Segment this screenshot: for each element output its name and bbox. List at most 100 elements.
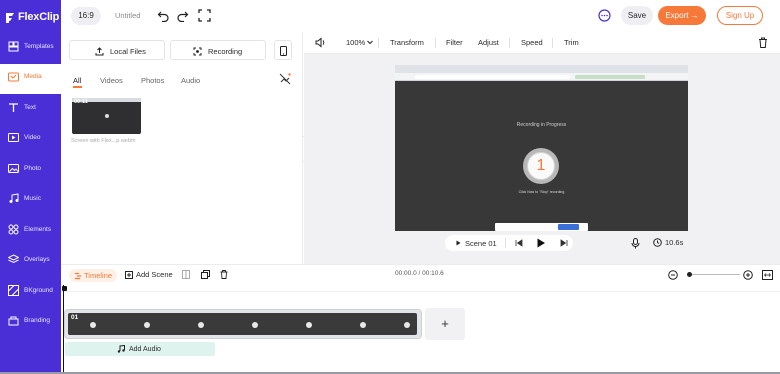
timeline-toggle[interactable]: Timeline: [69, 269, 117, 282]
countdown-number: 1: [527, 152, 555, 180]
timeline-label: Timeline: [84, 271, 113, 280]
timeline-icon: [75, 272, 81, 280]
save-button[interactable]: Save: [621, 6, 653, 25]
phone-icon: [280, 46, 287, 56]
speed-button[interactable]: Speed: [521, 38, 543, 47]
scene-label: Scene 01: [465, 238, 497, 248]
sidebar-item-video[interactable]: Video: [0, 125, 61, 155]
frame-thumbnail: [404, 322, 410, 328]
sidebar-item-templates[interactable]: Templates: [0, 34, 61, 64]
tab-videos[interactable]: Videos: [100, 76, 123, 85]
sidebar-item-label: Branding: [24, 317, 51, 324]
sidebar-item-label: Templates: [24, 43, 54, 50]
hide-used-icon[interactable]: [279, 73, 291, 85]
delete-scene-icon[interactable]: [220, 270, 228, 279]
app-name: FlexClip: [18, 11, 60, 23]
zoom-value: 100%: [346, 38, 366, 47]
frame-thumbnail: [252, 322, 258, 328]
music-icon: [9, 193, 19, 203]
recording-button[interactable]: Recording: [170, 40, 266, 60]
redo-icon[interactable]: [176, 9, 189, 22]
sidebar-item-label: BKground: [24, 287, 53, 294]
media-icon: [8, 72, 19, 82]
add-scene-button[interactable]: Add Scene: [125, 270, 173, 279]
scene-selector-content: Scene 01: [456, 239, 497, 248]
upload-icon: [95, 47, 104, 56]
tab-audio[interactable]: Audio: [181, 76, 200, 85]
sidebar-item-background[interactable]: BKground: [0, 278, 61, 308]
sidebar-item-text[interactable]: Text: [0, 95, 61, 125]
recording-status-text: Recording in Progress: [516, 122, 567, 128]
skip-forward-icon[interactable]: [560, 239, 568, 247]
sidebar-item-music[interactable]: Music: [0, 186, 61, 216]
zoom-slider-handle[interactable]: [687, 271, 692, 277]
add-scene-icon: [125, 270, 133, 279]
sidebar-item-overlays[interactable]: Overlays: [0, 247, 61, 277]
volume-icon[interactable]: [315, 37, 327, 48]
sidebar-item-branding[interactable]: Branding: [0, 308, 61, 338]
preview-stage: Recording in Progress 1 Click Now to "St…: [304, 54, 780, 264]
sidebar-item-elements[interactable]: Elements: [0, 217, 61, 247]
duration-display[interactable]: 10.6s: [653, 238, 683, 247]
sidebar-item-photo[interactable]: Photo: [0, 156, 61, 186]
transform-button[interactable]: Transform: [390, 38, 424, 47]
undo-icon[interactable]: [157, 9, 170, 22]
add-scene-plus-button[interactable]: +: [425, 308, 465, 340]
fit-timeline-icon[interactable]: [762, 270, 773, 280]
sign-up-button[interactable]: Sign Up: [717, 6, 763, 25]
frame-thumbnail: [90, 322, 96, 328]
duplicate-icon[interactable]: [201, 270, 210, 279]
clip-number: 01: [71, 314, 79, 321]
play-icon[interactable]: [536, 238, 546, 248]
local-files-label: Local Files: [110, 47, 146, 56]
zoom-out-icon[interactable]: [668, 270, 678, 280]
trim-button[interactable]: Trim: [564, 38, 579, 47]
divider: [552, 38, 553, 48]
split-icon[interactable]: [182, 270, 190, 279]
sidebar: FlexClip Templates Media Text Video Phot…: [0, 0, 61, 374]
local-files-button[interactable]: Local Files: [69, 40, 165, 60]
video-preview[interactable]: Recording in Progress 1 Click Now to "St…: [395, 65, 688, 231]
trash-icon[interactable]: [758, 37, 768, 48]
sidebar-item-label: Photo: [24, 165, 41, 172]
editor-toolbar: 100% Transform Filter Adjust Speed Trim: [304, 32, 780, 54]
frame-thumbnail: [360, 322, 366, 328]
app-logo[interactable]: FlexClip: [4, 9, 59, 25]
chat-icon[interactable]: [598, 9, 611, 22]
media-thumbnail[interactable]: 00:11: [72, 98, 141, 134]
skip-back-icon[interactable]: [515, 239, 523, 247]
zoom-in-icon[interactable]: [743, 270, 753, 280]
tab-photos[interactable]: Photos: [141, 76, 164, 85]
recording-label: Recording: [208, 47, 243, 56]
tab-all[interactable]: All: [73, 76, 81, 85]
music-note-icon: [117, 345, 125, 353]
project-title[interactable]: Untitled: [115, 11, 140, 20]
add-audio-label: Add Audio: [129, 345, 161, 353]
export-button[interactable]: Export →: [658, 6, 706, 25]
add-audio-lane[interactable]: Add Audio: [65, 342, 215, 356]
aspect-ratio-button[interactable]: 16:9: [71, 7, 101, 25]
add-audio-button[interactable]: Add Audio: [117, 345, 161, 353]
record-icon: [193, 47, 202, 56]
scene-clip[interactable]: 01: [64, 309, 422, 339]
thumbnail-countdown: [105, 114, 109, 118]
adjust-button[interactable]: Adjust: [478, 38, 499, 47]
timeline-ruler[interactable]: [61, 284, 780, 292]
sidebar-item-label: Elements: [24, 226, 52, 233]
scene-selector[interactable]: Scene 01: [445, 235, 573, 251]
playhead-handle[interactable]: [62, 286, 67, 291]
phone-upload-button[interactable]: [274, 40, 292, 60]
zoom-select[interactable]: 100%: [346, 38, 374, 47]
timeline-area: 01 + Add Audio: [61, 284, 780, 374]
fullscreen-icon[interactable]: [198, 9, 211, 22]
playback-time: 00:00.0 / 00:10.6: [395, 270, 444, 277]
stop-sharing-button: [558, 224, 579, 230]
zoom-slider-track[interactable]: [688, 274, 740, 275]
duration-value: 10.6s: [665, 238, 684, 247]
active-tab-indicator: [73, 86, 82, 88]
flexclip-logo-icon: [6, 12, 14, 23]
microphone-icon[interactable]: [631, 238, 640, 249]
background-icon: [8, 285, 19, 296]
sidebar-item-media[interactable]: Media: [0, 64, 61, 94]
filter-button[interactable]: Filter: [446, 38, 463, 47]
